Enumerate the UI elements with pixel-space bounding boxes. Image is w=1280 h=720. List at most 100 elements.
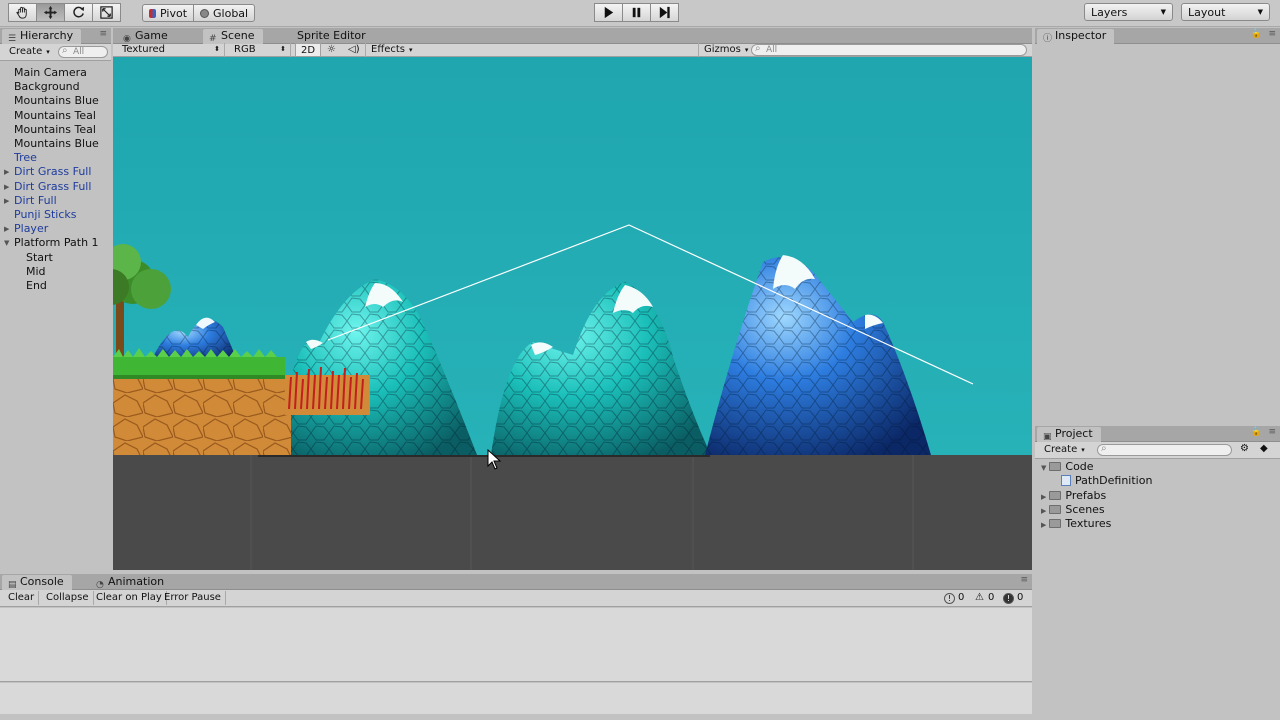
- panel-menu-icon[interactable]: ≡: [1268, 427, 1276, 437]
- hierarchy-item[interactable]: Mountains Blue: [14, 137, 99, 151]
- global-toggle[interactable]: Global: [193, 4, 256, 22]
- hierarchy-item[interactable]: Mountains Teal: [14, 123, 96, 137]
- move-tool-button[interactable]: [36, 3, 65, 22]
- play-icon: [604, 6, 614, 19]
- pause-button[interactable]: [622, 3, 651, 22]
- warning-counter[interactable]: ⚠ 0: [974, 592, 994, 604]
- script-file-icon: [1061, 475, 1071, 487]
- tab-scene[interactable]: # Scene: [203, 29, 263, 44]
- project-folder-item[interactable]: ▶ Scenes: [1041, 503, 1105, 518]
- toggle-2d-button[interactable]: 2D: [295, 43, 322, 57]
- effects-dropdown[interactable]: Effects ▾: [365, 43, 418, 57]
- hierarchy-create-button[interactable]: Create ▾: [4, 45, 55, 59]
- hierarchy-item[interactable]: Player: [14, 222, 48, 236]
- tab-project[interactable]: ▣ Project: [1037, 427, 1101, 442]
- expand-arrow-right-icon[interactable]: ▶: [4, 165, 9, 179]
- console-clear-on-play-button[interactable]: Clear on Play: [92, 591, 167, 605]
- tab-inspector[interactable]: ⓘ Inspector: [1037, 29, 1115, 44]
- scale-tool-button[interactable]: [92, 3, 121, 22]
- lock-icon[interactable]: 🔒: [1251, 29, 1262, 39]
- hierarchy-item[interactable]: Start: [26, 251, 53, 265]
- filter-type-icon[interactable]: ⚙: [1240, 443, 1249, 454]
- rotate-tool-button[interactable]: [64, 3, 93, 22]
- log-counter[interactable]: ! 0: [944, 592, 964, 604]
- console-detail-area[interactable]: [0, 683, 1032, 714]
- hierarchy-item[interactable]: Background: [14, 80, 80, 94]
- transform-tools: [8, 3, 121, 22]
- error-counter[interactable]: ! 0: [1003, 592, 1023, 604]
- tab-scene-label: Scene: [221, 29, 255, 42]
- expand-arrow-right-icon[interactable]: ▶: [4, 180, 9, 194]
- expand-arrow-right-icon[interactable]: ▶: [1041, 493, 1046, 501]
- step-button[interactable]: [650, 3, 679, 22]
- console-collapse-button[interactable]: Collapse: [42, 591, 94, 605]
- hierarchy-item[interactable]: Mountains Blue: [14, 94, 99, 108]
- expand-arrow-down-icon[interactable]: ▼: [1041, 464, 1046, 472]
- hierarchy-tabbar: ☰ Hierarchy ≡: [0, 28, 111, 44]
- layout-dropdown[interactable]: Layout ▼: [1181, 3, 1270, 21]
- panel-menu-icon[interactable]: ≡: [1020, 575, 1028, 585]
- tab-animation[interactable]: ◔ Animation: [90, 575, 172, 590]
- caret-down-icon: ▾: [1081, 446, 1085, 454]
- lock-icon[interactable]: 🔒: [1251, 427, 1262, 437]
- console-clear-button[interactable]: Clear: [4, 591, 40, 605]
- hierarchy-item[interactable]: Dirt Full: [14, 194, 57, 208]
- hierarchy-item[interactable]: Punji Sticks: [14, 208, 77, 222]
- gizmos-dropdown[interactable]: Gizmos ▾: [698, 43, 753, 57]
- panel-menu-icon[interactable]: ≡: [1268, 29, 1276, 39]
- project-item-label: Scenes: [1065, 502, 1105, 516]
- tab-sprite-editor[interactable]: Sprite Editor: [289, 29, 374, 44]
- project-create-button[interactable]: Create ▾: [1039, 443, 1090, 457]
- scene-viewport[interactable]: [113, 57, 1032, 570]
- warning-count: 0: [988, 592, 995, 603]
- project-item-label: PathDefinition: [1075, 474, 1153, 488]
- hierarchy-item[interactable]: Tree: [14, 151, 37, 165]
- tab-hierarchy[interactable]: ☰ Hierarchy: [2, 29, 82, 44]
- hierarchy-item[interactable]: Mountains Teal: [14, 109, 96, 123]
- pivot-group: Pivot Global: [142, 4, 256, 23]
- tab-game[interactable]: ◉ Game: [117, 29, 176, 44]
- expand-arrow-down-icon[interactable]: ▼: [4, 236, 9, 250]
- console-error-pause-button[interactable]: Error Pause: [160, 591, 226, 605]
- expand-arrow-right-icon[interactable]: ▶: [4, 222, 9, 236]
- folder-icon: [1049, 462, 1062, 471]
- hierarchy-item[interactable]: Main Camera: [14, 66, 87, 80]
- expand-arrow-right-icon[interactable]: ▶: [1041, 521, 1046, 529]
- hand-tool-button[interactable]: [8, 3, 37, 22]
- play-button[interactable]: [594, 3, 623, 22]
- project-search-input[interactable]: ⌕: [1097, 444, 1232, 456]
- log-count: 0: [958, 592, 965, 603]
- global-label: Global: [213, 6, 249, 20]
- hierarchy-item[interactable]: Dirt Grass Full: [14, 165, 91, 179]
- project-folder-item[interactable]: ▶ Prefabs: [1041, 489, 1106, 504]
- project-folder-item[interactable]: ▼ Code: [1041, 460, 1094, 475]
- speaker-icon: ◁): [348, 44, 360, 55]
- sun-icon: ☼: [327, 44, 336, 55]
- scene-canvas[interactable]: [113, 57, 1032, 570]
- project-script-item[interactable]: PathDefinition: [1061, 474, 1152, 488]
- console-log-area[interactable]: [0, 608, 1032, 682]
- scene-subbar: Textured ⬍ RGB ⬍ 2D ☼ ◁) Effects ▾ Gizmos…: [113, 43, 1032, 57]
- scene-search-input[interactable]: ⌕ All: [751, 44, 1027, 56]
- clear-label: Clear: [8, 592, 35, 603]
- expand-arrow-right-icon[interactable]: ▶: [1041, 507, 1046, 515]
- hierarchy-item[interactable]: Mid: [26, 265, 46, 279]
- audio-toggle[interactable]: ◁): [343, 43, 365, 57]
- hierarchy-item[interactable]: Dirt Grass Full: [14, 180, 91, 194]
- folder-icon: [1049, 519, 1062, 529]
- create-label: Create: [9, 46, 43, 57]
- filter-label-icon[interactable]: ◆: [1260, 443, 1268, 454]
- tab-console[interactable]: ▤ Console: [2, 575, 72, 590]
- layers-dropdown[interactable]: Layers ▼: [1084, 3, 1173, 21]
- panel-menu-icon[interactable]: ≡: [99, 29, 107, 39]
- hierarchy-item[interactable]: Platform Path 1: [14, 236, 99, 250]
- hierarchy-item[interactable]: End: [26, 279, 47, 293]
- expand-arrow-right-icon[interactable]: ▶: [4, 194, 9, 208]
- pivot-toggle[interactable]: Pivot: [142, 4, 195, 22]
- project-folder-item[interactable]: ▶ Textures: [1041, 517, 1111, 532]
- render-mode-dropdown[interactable]: Textured ⬍: [117, 43, 225, 57]
- color-mode-dropdown[interactable]: RGB ⬍: [229, 43, 291, 57]
- folder-icon: [1049, 504, 1062, 514]
- lighting-toggle[interactable]: ☼: [322, 43, 341, 57]
- hierarchy-search-input[interactable]: ⌕ All: [58, 46, 108, 58]
